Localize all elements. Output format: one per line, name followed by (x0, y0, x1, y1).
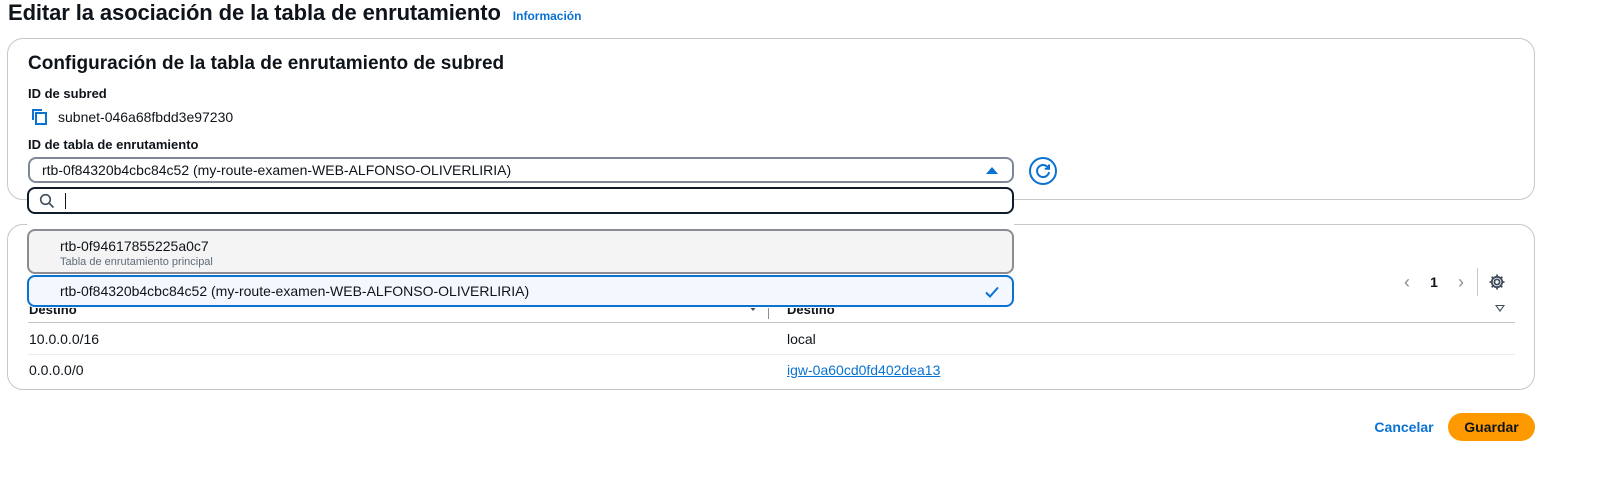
table-row-divider (28, 354, 1515, 355)
cancel-button[interactable]: Cancelar (1369, 413, 1439, 441)
pagination: ‹ 1 › (1397, 268, 1506, 296)
info-link[interactable]: Información (513, 9, 582, 23)
dropdown-option-selected[interactable]: rtb-0f84320b4cbc84c52 (my-route-examen-W… (27, 275, 1014, 307)
refresh-button[interactable] (1029, 157, 1057, 185)
sort-caret-icon[interactable] (1495, 305, 1505, 312)
table-cell-destination: 0.0.0.0/0 (29, 362, 84, 378)
option-label: rtb-0f94617855225a0c7 (60, 238, 209, 254)
page-header: Editar la asociación de la tabla de enru… (8, 0, 581, 30)
subnet-id-value: subnet-046a68fbdd3e97230 (58, 109, 234, 125)
subnet-id-row: subnet-046a68fbdd3e97230 (30, 108, 233, 126)
table-cell-target-link[interactable]: igw-0a60cd0fd402dea13 (787, 362, 940, 378)
dropdown-search-input[interactable] (27, 187, 1014, 214)
pager-divider (1477, 268, 1478, 296)
check-icon (984, 284, 1000, 305)
option-description: Tabla de enrutamiento principal (60, 256, 213, 268)
table-header-divider (28, 322, 1515, 323)
copy-icon[interactable] (30, 108, 48, 126)
subnet-id-label: ID de subred (28, 86, 107, 101)
dropdown-option[interactable]: rtb-0f94617855225a0c7 Tabla de enrutamie… (27, 229, 1014, 274)
refresh-icon (1036, 164, 1050, 179)
page-title: Editar la asociación de la tabla de enru… (8, 0, 501, 25)
section-title: Configuración de la tabla de enrutamient… (28, 53, 505, 74)
route-table-id-label: ID de tabla de enrutamiento (28, 137, 199, 152)
prev-page-button[interactable]: ‹ (1397, 272, 1417, 293)
text-cursor (65, 192, 66, 209)
next-page-button[interactable]: › (1451, 272, 1471, 293)
search-icon (39, 193, 55, 208)
page-number[interactable]: 1 (1417, 274, 1451, 290)
table-cell-target: local (787, 331, 816, 347)
option-label: rtb-0f84320b4cbc84c52 (my-route-examen-W… (60, 283, 530, 299)
route-table-select[interactable]: rtb-0f84320b4cbc84c52 (my-route-examen-W… (28, 157, 1014, 183)
route-table-select-value: rtb-0f84320b4cbc84c52 (my-route-examen-W… (42, 162, 512, 178)
route-table-config-panel: Configuración de la tabla de enrutamient… (7, 38, 1535, 200)
route-table-dropdown: rtb-0f94617855225a0c7 Tabla de enrutamie… (27, 186, 1014, 308)
save-button[interactable]: Guardar (1448, 413, 1535, 441)
table-cell-destination: 10.0.0.0/16 (29, 331, 100, 347)
caret-up-icon (986, 167, 998, 174)
gear-icon[interactable] (1488, 273, 1506, 291)
